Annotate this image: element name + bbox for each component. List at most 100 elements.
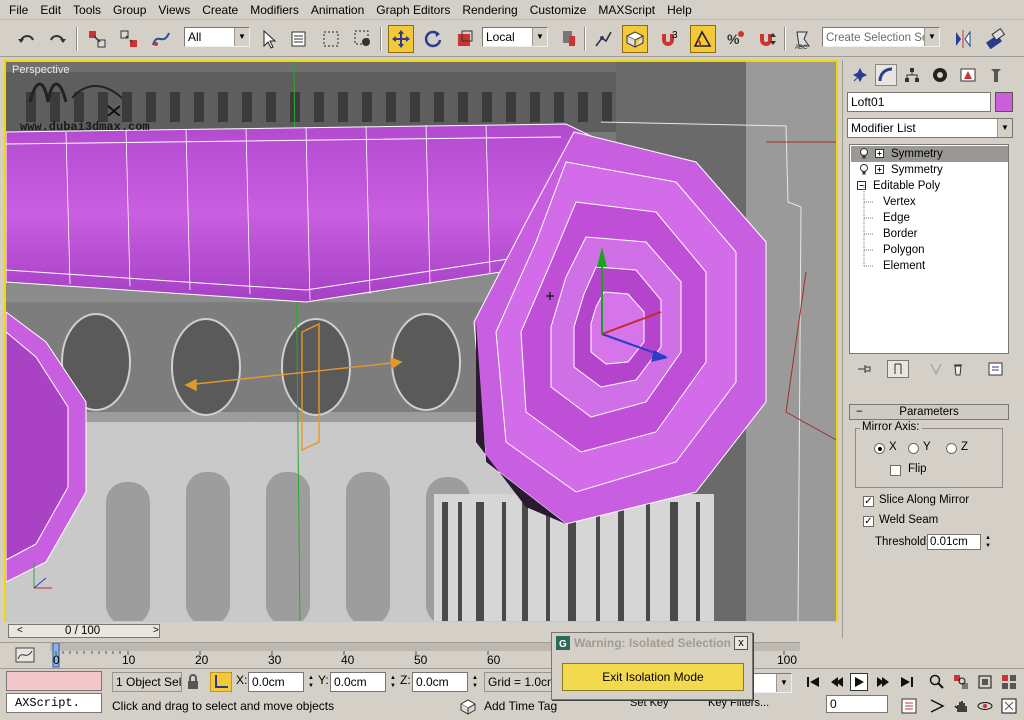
- next-frame-icon[interactable]: [874, 673, 892, 691]
- add-time-tag-button[interactable]: Add Time Tag: [484, 699, 557, 713]
- x-spinner-icon[interactable]: ▲ ▼: [306, 674, 316, 690]
- stack-item-symmetry-2[interactable]: + Symmetry: [851, 162, 1008, 178]
- rectangular-selection-region-icon[interactable]: [318, 25, 344, 53]
- modify-tab-icon[interactable]: [875, 64, 897, 86]
- menu-modifiers[interactable]: Modifiers: [245, 0, 306, 20]
- remove-modifier-icon[interactable]: [947, 360, 969, 378]
- edit-named-selection-icon[interactable]: ABC: [790, 25, 816, 53]
- light-bulb-icon[interactable]: [859, 148, 869, 160]
- menu-group[interactable]: Group: [108, 0, 153, 20]
- close-icon[interactable]: x: [734, 636, 748, 650]
- maxscript-listener-input[interactable]: AXScript.: [6, 693, 102, 713]
- time-slider-track[interactable]: < 0 / 100 >: [8, 624, 160, 638]
- flip-checkbox[interactable]: [890, 465, 901, 476]
- spinner-snap-icon[interactable]: [754, 25, 780, 53]
- select-and-link-icon[interactable]: [84, 25, 110, 53]
- zoom-extents-all-icon[interactable]: [1000, 673, 1018, 691]
- configure-modifier-sets-icon[interactable]: [985, 360, 1007, 378]
- percent-snap-icon[interactable]: %: [722, 25, 748, 53]
- expand-icon[interactable]: +: [875, 149, 884, 158]
- snaps-toggle-icon[interactable]: 3: [656, 25, 682, 53]
- motion-tab-icon[interactable]: [929, 64, 951, 86]
- menu-animation[interactable]: Animation: [306, 0, 371, 20]
- dialog-title-bar[interactable]: G Warning: Isolated Selection: [552, 633, 752, 653]
- keyboard-shortcut-override-icon[interactable]: [622, 25, 648, 53]
- menu-rendering[interactable]: Rendering: [457, 0, 524, 20]
- z-spinner-icon[interactable]: ▲ ▼: [470, 674, 480, 690]
- menu-maxscript[interactable]: MAXScript: [593, 0, 662, 20]
- menu-graph-editors[interactable]: Graph Editors: [371, 0, 457, 20]
- select-object-icon[interactable]: [256, 25, 282, 53]
- menu-help[interactable]: Help: [662, 0, 699, 20]
- select-and-rotate-icon[interactable]: [420, 25, 446, 53]
- maxscript-listener-output[interactable]: [6, 671, 102, 691]
- show-end-result-icon[interactable]: [887, 360, 909, 378]
- slice-along-mirror-checkbox[interactable]: ✓: [863, 496, 874, 507]
- time-slider-prev-button[interactable]: <: [17, 625, 23, 636]
- z-coordinate-input[interactable]: 0.0cm: [412, 672, 468, 692]
- field-of-view-icon[interactable]: [928, 697, 946, 715]
- menu-edit[interactable]: Edit: [35, 0, 68, 20]
- unlink-selection-icon[interactable]: [116, 25, 142, 53]
- parameters-rollout-header[interactable]: − Parameters: [849, 404, 1009, 420]
- zoom-all-icon[interactable]: [952, 673, 970, 691]
- threshold-spinner-icon[interactable]: ▲ ▼: [983, 534, 993, 550]
- menu-tools[interactable]: Tools: [68, 0, 108, 20]
- named-selection-set-dropdown[interactable]: Create Selection Set ▼: [822, 27, 940, 47]
- exit-isolation-mode-button[interactable]: Exit Isolation Mode: [562, 663, 744, 691]
- modifier-list-dropdown[interactable]: Modifier List ▼: [847, 118, 1013, 138]
- pin-stack-icon[interactable]: [853, 360, 875, 378]
- x-coordinate-input[interactable]: 0.0cm: [248, 672, 304, 692]
- maximize-viewport-icon[interactable]: [1000, 697, 1018, 715]
- y-spinner-icon[interactable]: ▲ ▼: [388, 674, 398, 690]
- orbit-icon[interactable]: [976, 697, 994, 715]
- light-bulb-icon[interactable]: [859, 164, 869, 176]
- pan-view-icon[interactable]: [952, 697, 970, 715]
- go-to-start-icon[interactable]: [804, 673, 822, 691]
- menu-views[interactable]: Views: [153, 0, 197, 20]
- go-to-end-icon[interactable]: [898, 673, 916, 691]
- zoom-extents-icon[interactable]: [976, 673, 994, 691]
- zoom-icon[interactable]: [928, 673, 946, 691]
- perspective-viewport[interactable]: Perspective www.dubai3dmax.com: [4, 60, 838, 623]
- absolute-mode-transform-icon[interactable]: [210, 672, 232, 692]
- redo-icon[interactable]: [44, 25, 70, 53]
- utilities-tab-icon[interactable]: [985, 64, 1007, 86]
- display-tab-icon[interactable]: [957, 64, 979, 86]
- previous-frame-icon[interactable]: [828, 673, 846, 691]
- object-color-swatch[interactable]: [995, 92, 1013, 112]
- reference-coordinate-dropdown[interactable]: Local ▼: [482, 27, 548, 47]
- current-frame-input[interactable]: 0: [826, 695, 888, 713]
- selection-filter-dropdown[interactable]: All ▼: [184, 27, 250, 47]
- time-configuration-icon[interactable]: [900, 697, 918, 715]
- curve-editor-icon[interactable]: [14, 645, 38, 665]
- undo-icon[interactable]: [14, 25, 40, 53]
- key-mode-dropdown[interactable]: ▼: [752, 673, 792, 693]
- use-pivot-point-center-icon[interactable]: [556, 25, 582, 53]
- weld-seam-checkbox[interactable]: ✓: [863, 516, 874, 527]
- stack-item-symmetry-1[interactable]: + Symmetry: [851, 146, 1008, 162]
- mirror-axis-x-radio[interactable]: [874, 443, 885, 454]
- angle-snap-icon[interactable]: [690, 25, 716, 53]
- menu-create[interactable]: Create: [197, 0, 245, 20]
- menu-customize[interactable]: Customize: [525, 0, 594, 20]
- expand-icon[interactable]: +: [875, 165, 884, 174]
- select-and-manipulate-icon[interactable]: [590, 25, 616, 53]
- object-name-field[interactable]: Loft01: [847, 92, 991, 112]
- mirror-icon[interactable]: [950, 25, 976, 53]
- window-crossing-icon[interactable]: [350, 25, 376, 53]
- mirror-axis-z-radio[interactable]: [946, 443, 957, 454]
- mirror-axis-y-radio[interactable]: [908, 443, 919, 454]
- select-and-move-icon[interactable]: [388, 25, 414, 53]
- bind-to-space-warp-icon[interactable]: [148, 25, 174, 53]
- play-icon[interactable]: [850, 673, 868, 691]
- menu-file[interactable]: File: [4, 0, 35, 20]
- lock-selection-icon[interactable]: [186, 674, 200, 690]
- select-and-scale-icon[interactable]: [452, 25, 478, 53]
- select-by-name-icon[interactable]: [286, 25, 312, 53]
- hierarchy-tab-icon[interactable]: [901, 64, 923, 86]
- align-icon[interactable]: [982, 25, 1008, 53]
- time-slider-next-button[interactable]: >: [153, 625, 159, 636]
- make-unique-icon[interactable]: [925, 360, 947, 378]
- modifier-stack[interactable]: + Symmetry + Symmetry − Editable Poly Ve…: [849, 144, 1009, 354]
